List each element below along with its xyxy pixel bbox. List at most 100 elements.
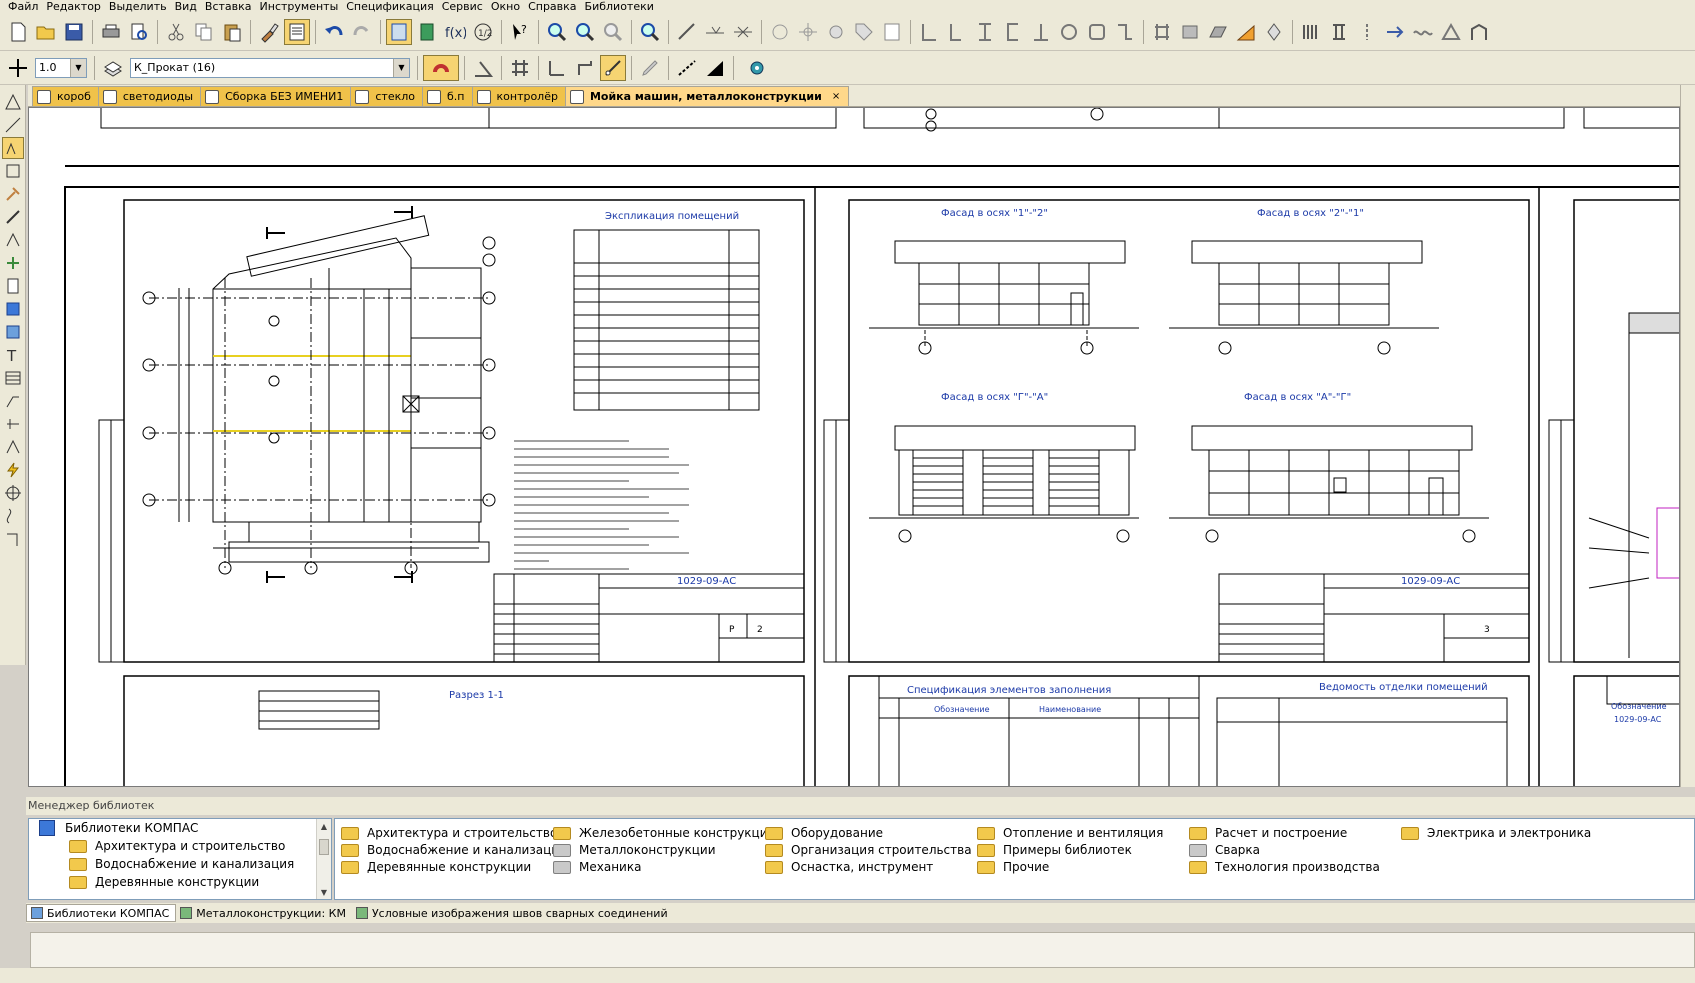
properties-button[interactable] — [284, 18, 310, 45]
ortho-mode-button[interactable] — [572, 55, 598, 81]
select-tool[interactable] — [2, 229, 24, 251]
slope-button[interactable] — [1233, 19, 1259, 45]
dimensions-tool[interactable] — [2, 114, 24, 136]
lib-tooling[interactable]: Оснастка, инструмент — [765, 859, 933, 875]
wave-button[interactable] — [1410, 19, 1436, 45]
drawing-canvas[interactable]: Экспликация помещений 1029-09-АС Р 2 Фас… — [28, 107, 1680, 787]
dim-tool-button-3[interactable] — [730, 19, 756, 45]
cursor-step-button[interactable] — [5, 55, 31, 81]
lib-technology[interactable]: Технология производства — [1189, 859, 1380, 875]
new-document-button[interactable] — [5, 19, 31, 45]
report-tool[interactable] — [2, 275, 24, 297]
position-tool[interactable] — [2, 413, 24, 435]
designations-tool[interactable] — [1, 137, 24, 159]
lib-other[interactable]: Прочие — [977, 859, 1049, 875]
profile-z-button[interactable] — [1112, 19, 1138, 45]
tab-svetodiody[interactable]: светодиоды — [97, 86, 203, 106]
lib-equipment[interactable]: Оборудование — [765, 825, 883, 841]
geometry-tool[interactable] — [2, 91, 24, 113]
lib-examples[interactable]: Примеры библиотек — [977, 842, 1132, 858]
redo-button[interactable] — [349, 19, 375, 45]
lib-construction-org[interactable]: Организация строительства — [765, 842, 972, 858]
copy-button[interactable] — [191, 19, 217, 45]
lib-welding[interactable]: Сварка — [1189, 842, 1260, 858]
libtab-metal-km[interactable]: Металлоконструкции: КМ — [176, 904, 352, 922]
spec-tool[interactable] — [2, 252, 24, 274]
lib-architecture[interactable]: Архитектура и строительство — [341, 825, 557, 841]
scroll-up-icon[interactable]: ▲ — [317, 819, 331, 833]
grid-button[interactable] — [1298, 19, 1324, 45]
menu-specification[interactable]: Спецификация — [344, 0, 439, 13]
column2-button[interactable] — [1326, 19, 1352, 45]
column-button[interactable] — [1149, 19, 1175, 45]
tree-scrollbar[interactable]: ▲ ▼ — [316, 819, 331, 899]
measure-tool[interactable] — [2, 206, 24, 228]
scale-combo[interactable]: 1.0 ▼ — [35, 57, 87, 78]
manager-button[interactable] — [386, 18, 412, 45]
zoom-in-button[interactable] — [572, 19, 598, 45]
param-tool[interactable] — [2, 183, 24, 205]
tab-kontroler[interactable]: контролёр — [471, 86, 567, 106]
table-tool[interactable] — [2, 367, 24, 389]
triangle-button[interactable] — [702, 55, 728, 81]
tool-button-4[interactable] — [767, 19, 793, 45]
cut-button[interactable] — [163, 19, 189, 45]
tab-korob[interactable]: короб — [32, 86, 100, 106]
help-pointer-button[interactable]: ? — [507, 19, 533, 45]
zoom-all-button[interactable] — [637, 19, 663, 45]
menu-window[interactable]: Окно — [489, 0, 526, 13]
frame-button[interactable] — [1466, 19, 1492, 45]
beam-button[interactable] — [1177, 19, 1203, 45]
menu-view[interactable]: Вид — [173, 0, 203, 13]
tab-bp[interactable]: б.п — [422, 86, 474, 106]
text-tool[interactable]: T — [2, 344, 24, 366]
tree-item-water[interactable]: Водоснабжение и канализация — [29, 855, 331, 873]
settings-button[interactable] — [739, 55, 775, 81]
dash-line-button[interactable] — [674, 55, 700, 81]
tree-item-architecture[interactable]: Архитектура и строительство — [29, 837, 331, 855]
round-button[interactable] — [600, 54, 626, 81]
lib-metal[interactable]: Металлоконструкции — [553, 842, 716, 858]
preview-button[interactable] — [126, 19, 152, 45]
tab-moyka[interactable]: Мойка машин, металлоконструкции × — [564, 86, 850, 106]
profile-l2-button[interactable] — [944, 19, 970, 45]
dim-tool-button-1[interactable] — [674, 19, 700, 45]
profile-box-button[interactable] — [1084, 19, 1110, 45]
layer-button[interactable] — [100, 55, 126, 81]
leader-tool[interactable] — [2, 390, 24, 412]
libtab-welds[interactable]: Условные изображения швов сварных соедин… — [352, 904, 674, 922]
lib-water[interactable]: Водоснабжение и канализация — [341, 842, 566, 858]
edit-tool[interactable] — [2, 160, 24, 182]
truss-button[interactable] — [1438, 19, 1464, 45]
close-icon[interactable]: × — [832, 91, 840, 102]
format-brush-button[interactable] — [256, 19, 282, 45]
arrow-button[interactable] — [1382, 19, 1408, 45]
tool-button-7[interactable] — [851, 19, 877, 45]
scroll-thumb[interactable] — [319, 839, 329, 855]
lib-calculation[interactable]: Расчет и построение — [1189, 825, 1347, 841]
menu-help[interactable]: Справка — [526, 0, 582, 13]
axis-tool[interactable] — [2, 436, 24, 458]
undo-button[interactable] — [321, 19, 347, 45]
wave-tool[interactable] — [2, 505, 24, 527]
tool-button-6[interactable] — [823, 19, 849, 45]
orthogonal-button[interactable] — [470, 55, 496, 81]
plate-button[interactable] — [1205, 19, 1231, 45]
scroll-down-icon[interactable]: ▼ — [317, 885, 331, 899]
param-mode-button[interactable] — [637, 55, 663, 81]
menu-tools[interactable]: Инструменты — [258, 0, 345, 13]
grid-toggle-button[interactable] — [507, 55, 533, 81]
snap-button[interactable] — [423, 54, 459, 81]
tab-sborka[interactable]: Сборка БЕЗ ИМЕНИ1 — [200, 86, 353, 106]
tree-item-wood[interactable]: Деревянные конструкции — [29, 873, 331, 891]
library-tool[interactable] — [2, 321, 24, 343]
profile-pipe-button[interactable] — [1056, 19, 1082, 45]
measure-button[interactable]: 1/2 — [470, 19, 496, 45]
lib-heating[interactable]: Отопление и вентиляция — [977, 825, 1163, 841]
profile-c-button[interactable] — [1000, 19, 1026, 45]
paste-button[interactable] — [219, 19, 245, 45]
lib-wood[interactable]: Деревянные конструкции — [341, 859, 531, 875]
local-cs-button[interactable] — [544, 55, 570, 81]
anchor-button[interactable] — [1261, 19, 1287, 45]
tab-steklo[interactable]: стекло — [350, 86, 425, 106]
